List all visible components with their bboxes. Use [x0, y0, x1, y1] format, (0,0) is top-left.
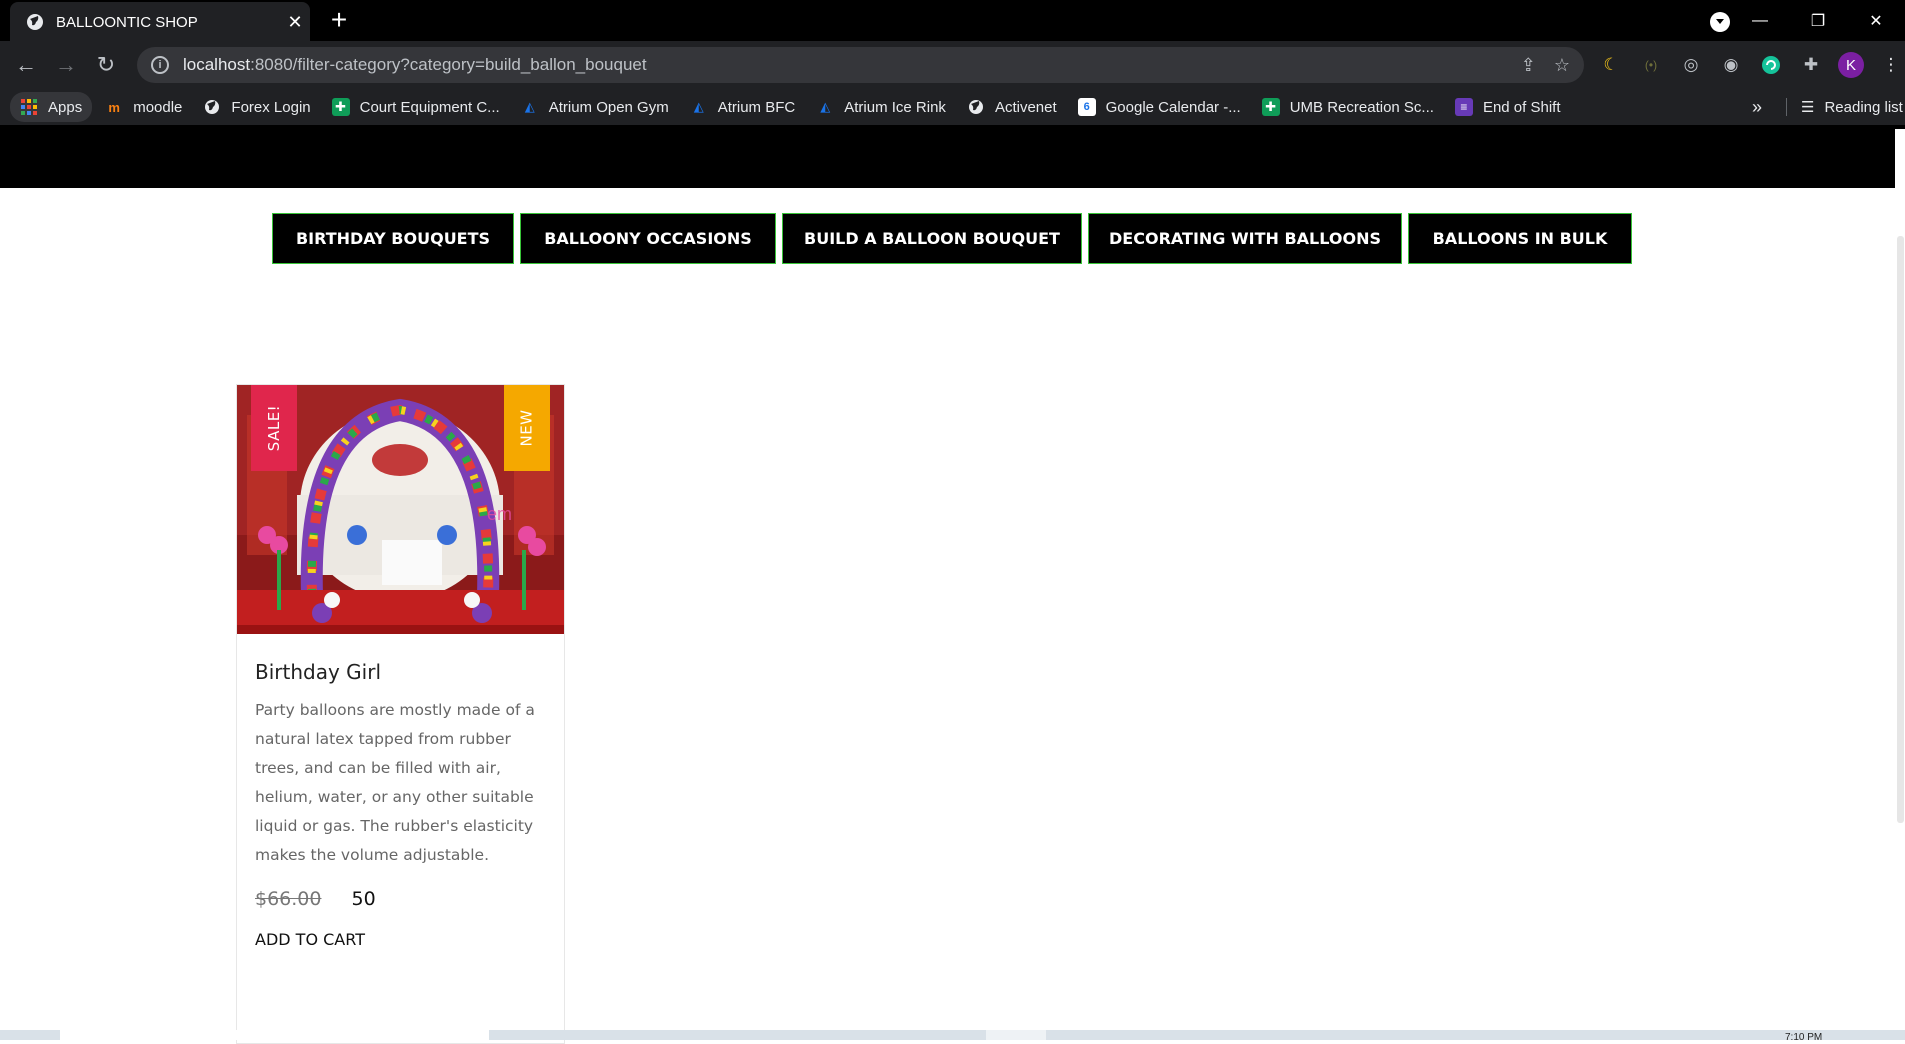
bookmark-moodle[interactable]: m moodle — [97, 92, 190, 122]
apps-grid-icon — [20, 98, 38, 116]
bookmark-court-equipment[interactable]: ✚ Court Equipment C... — [324, 92, 508, 122]
product-title[interactable]: Birthday Girl — [255, 660, 555, 684]
reading-list-icon: ☰ — [1801, 99, 1815, 116]
sheets-icon: ✚ — [331, 98, 350, 116]
bookmark-label: Atrium BFC — [717, 98, 796, 116]
category-balloony-occasions[interactable]: BALLOONY OCCASIONS — [520, 213, 776, 264]
category-birthday-bouquets[interactable]: BIRTHDAY BOUQUETS — [272, 213, 514, 264]
sale-badge: SALE! — [251, 385, 297, 471]
add-to-cart-button[interactable]: ADD TO CART — [255, 930, 555, 949]
back-icon[interactable]: ← — [6, 45, 46, 85]
circle-extension-icon[interactable]: ◉ — [1718, 52, 1744, 78]
minimize-icon[interactable]: — — [1731, 12, 1789, 30]
taskbar-app[interactable] — [986, 1030, 1046, 1040]
atrium-icon: ◭ — [820, 99, 831, 114]
tab-title: BALLOONTIC SHOP — [56, 13, 198, 31]
bookmark-google-calendar[interactable]: 6 Google Calendar -... — [1070, 92, 1249, 122]
window-controls: — ❐ ✕ — [1731, 0, 1905, 41]
product-card: em SALE! NEW Birthday Girl Party balloon… — [236, 384, 565, 1044]
scrollbar-thumb[interactable] — [1897, 236, 1904, 823]
menu-kebab-icon[interactable]: ⋮ — [1878, 52, 1904, 78]
bookmark-label: moodle — [133, 98, 183, 116]
bookmark-umb-recreation[interactable]: ✚ UMB Recreation Sc... — [1254, 92, 1442, 122]
taskbar-search[interactable] — [60, 1030, 489, 1040]
product-prices: $66.00 50 — [255, 888, 555, 910]
atrium-icon: ◭ — [524, 99, 535, 114]
calendar-icon: 6 — [1077, 98, 1096, 116]
bookmark-label: Apps — [48, 98, 83, 116]
sheets-icon: ✚ — [1261, 98, 1280, 116]
bookmark-apps[interactable]: Apps — [10, 92, 93, 122]
globe-icon — [967, 98, 985, 116]
site-header — [0, 125, 1895, 188]
address-bar[interactable]: i localhost:8080/filter-category?categor… — [137, 47, 1584, 83]
close-tab-icon[interactable]: ✕ — [280, 12, 310, 33]
bookmark-label: UMB Recreation Sc... — [1289, 98, 1434, 116]
extensions-area: ☾ (•) ◎ ◉ ✚ K ⋮ — [1598, 47, 1904, 83]
taskbar-clock: 7:10 PM — [1785, 1032, 1823, 1043]
forward-icon[interactable]: → — [46, 45, 86, 85]
globe-icon — [203, 98, 221, 116]
moodle-icon: m — [108, 99, 120, 115]
reading-list-button[interactable]: ☰ Reading list — [1786, 98, 1903, 116]
puzzle-extensions-icon[interactable]: ✚ — [1798, 52, 1824, 78]
bookmark-atrium-ice-rink[interactable]: ◭ Atrium Ice Rink — [808, 92, 954, 122]
bookmark-star-icon[interactable]: ☆ — [1554, 55, 1570, 76]
atrium-icon: ◭ — [693, 99, 704, 114]
bookmark-label: Google Calendar -... — [1105, 98, 1241, 116]
sale-price: 50 — [351, 888, 376, 910]
category-decorating-with-balloons[interactable]: DECORATING WITH BALLOONS — [1088, 213, 1402, 264]
bookmark-label: End of Shift — [1482, 98, 1561, 116]
bookmarks-bar: Apps m moodle Forex Login ✚ Court Equipm… — [0, 89, 1905, 125]
dark-mode-moon-icon[interactable]: ☾ — [1598, 52, 1624, 78]
more-bookmarks-button[interactable]: » — [1752, 97, 1762, 118]
bookmark-label: Atrium Ice Rink — [844, 98, 946, 116]
reload-icon[interactable]: ↻ — [86, 45, 126, 85]
category-balloons-in-bulk[interactable]: BALLOONS IN BULK — [1408, 213, 1632, 264]
reading-list-label: Reading list — [1824, 98, 1903, 116]
bookmark-atrium-bfc[interactable]: ◭ Atrium BFC — [682, 92, 804, 122]
category-build-a-balloon-bouquet[interactable]: BUILD A BALLOON BOUQUET — [782, 213, 1082, 264]
url-text[interactable]: localhost:8080/filter-category?category=… — [183, 55, 647, 75]
bookmark-forex-login[interactable]: Forex Login — [195, 92, 318, 122]
category-nav: BIRTHDAY BOUQUETS BALLOONY OCCASIONS BUI… — [272, 213, 1632, 264]
bookmark-end-of-shift[interactable]: ≡ End of Shift — [1447, 92, 1569, 122]
taskbar-edge — [0, 1030, 1905, 1040]
product-info: Birthday Girl Party balloons are mostly … — [255, 660, 555, 949]
tab-search-icon[interactable] — [1710, 12, 1730, 32]
new-tab-icon[interactable]: + — [324, 6, 354, 34]
product-image[interactable]: em SALE! NEW — [237, 385, 564, 634]
old-price: $66.00 — [255, 888, 322, 910]
new-badge: NEW — [504, 385, 550, 471]
forms-icon: ≡ — [1454, 98, 1473, 116]
bookmark-label: Activenet — [994, 98, 1057, 116]
product-description: Party balloons are mostly made of a natu… — [255, 701, 535, 864]
bookmark-label: Court Equipment C... — [359, 98, 500, 116]
globe-icon — [26, 13, 44, 31]
window-close-icon[interactable]: ✕ — [1847, 11, 1905, 31]
bookmark-activenet[interactable]: Activenet — [959, 92, 1065, 122]
bookmark-label: Forex Login — [231, 98, 311, 116]
site-info-icon[interactable]: i — [151, 56, 169, 74]
svg-text:em: em — [487, 504, 512, 524]
extension-icon[interactable]: (•) — [1638, 52, 1664, 78]
tab-bar: BALLOONTIC SHOP ✕ + — ❐ ✕ — [0, 0, 1905, 42]
restore-icon[interactable]: ❐ — [1789, 11, 1847, 31]
share-icon[interactable]: ⇪ — [1521, 55, 1536, 76]
glasses-extension-icon[interactable]: ◎ — [1678, 52, 1704, 78]
bookmark-atrium-open-gym[interactable]: ◭ Atrium Open Gym — [513, 92, 677, 122]
browser-toolbar: ← → ↻ i localhost:8080/filter-category?c… — [0, 41, 1905, 89]
bookmark-label: Atrium Open Gym — [548, 98, 669, 116]
browser-tab[interactable]: BALLOONTIC SHOP ✕ — [10, 2, 310, 42]
green-extension-icon[interactable] — [1758, 52, 1784, 78]
profile-avatar[interactable]: K — [1838, 52, 1864, 78]
